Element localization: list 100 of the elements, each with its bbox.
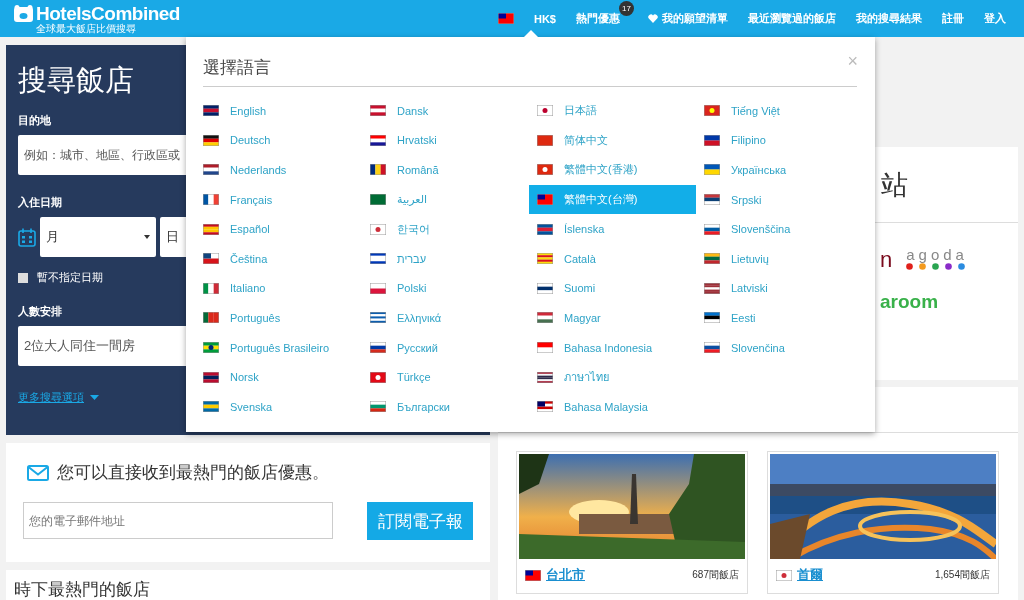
city-link[interactable]: 台北市	[546, 566, 585, 584]
language-option[interactable]: Filipino	[696, 125, 863, 156]
heart-icon	[648, 14, 658, 23]
nav-link[interactable]: 熱門優惠	[576, 11, 620, 26]
language-option[interactable]: Bahasa Malaysia	[529, 391, 696, 422]
caret-icon	[144, 235, 150, 239]
nav-link[interactable]: 最近瀏覽過的飯店	[748, 11, 836, 26]
flag-icon	[537, 342, 553, 354]
language-option[interactable]: Magyar	[529, 303, 696, 333]
flag-icon	[537, 105, 553, 117]
flag-icon	[704, 105, 720, 117]
language-option[interactable]: Slovenčina	[696, 332, 863, 363]
flag-icon	[537, 194, 553, 206]
logo-dots-icon	[906, 263, 967, 270]
language-option[interactable]: Português	[195, 303, 362, 333]
language-option[interactable]: Deutsch	[195, 125, 362, 156]
flag-icon	[776, 569, 792, 581]
language-option[interactable]: Română	[362, 155, 529, 185]
hotel-count: 1,654間飯店	[934, 568, 990, 582]
language-option[interactable]: Català	[529, 243, 696, 274]
language-option[interactable]: Slovenščina	[696, 214, 863, 244]
language-option[interactable]: עברית	[362, 243, 529, 274]
language-option[interactable]: Dansk	[362, 96, 529, 126]
language-option[interactable]: Bahasa Indonesia	[529, 332, 696, 363]
language-option[interactable]: Français	[195, 184, 362, 215]
flag-icon	[203, 401, 219, 413]
language-option[interactable]: Português Brasileiro	[195, 332, 362, 363]
flag-icon	[537, 282, 553, 294]
language-option[interactable]: Hrvatski	[362, 125, 529, 156]
flag-icon	[203, 164, 219, 176]
flag-icon	[370, 223, 386, 235]
email-field[interactable]: 您的電子郵件地址	[23, 502, 333, 539]
field-label: 人數安排	[18, 304, 62, 319]
flag-icon	[203, 342, 219, 354]
language-option[interactable]: Suomi	[529, 273, 696, 304]
brand-logo-text[interactable]: HotelsCombined	[36, 3, 180, 23]
flag-icon	[704, 134, 720, 146]
flag-icon	[370, 134, 386, 146]
language-option[interactable]: Latviski	[696, 273, 863, 304]
flag-icon	[498, 13, 514, 24]
nav-link[interactable]: 我的搜尋結果	[856, 11, 922, 26]
language-option[interactable]: Polski	[362, 273, 529, 304]
language-flag-button[interactable]	[498, 13, 514, 24]
language-option[interactable]: العربية	[362, 184, 529, 215]
language-option[interactable]: Български	[362, 391, 529, 422]
flag-icon	[537, 312, 553, 324]
language-option[interactable]: English	[195, 96, 362, 126]
language-option[interactable]: 繁體中文(香港)	[529, 155, 696, 185]
flag-icon	[370, 401, 386, 413]
flag-icon	[704, 194, 720, 206]
flag-icon	[525, 569, 541, 581]
language-option[interactable]: Svenska	[195, 391, 362, 422]
flag-icon	[370, 164, 386, 176]
flag-icon	[203, 282, 219, 294]
flag-icon	[203, 134, 219, 146]
language-option[interactable]: 简体中文	[529, 125, 696, 156]
nav-link[interactable]: HK$	[534, 12, 556, 25]
flag-icon	[203, 253, 219, 265]
language-option[interactable]: Tiếng Việt	[696, 96, 863, 126]
city-link[interactable]: 首爾	[797, 566, 823, 584]
language-option[interactable]: Italiano	[195, 273, 362, 304]
city-card[interactable]: 首爾 1,654間飯店	[767, 451, 999, 594]
flag-icon	[203, 105, 219, 117]
flag-icon	[203, 371, 219, 383]
flag-icon	[704, 164, 720, 176]
language-option[interactable]: 日本語	[529, 96, 696, 126]
nav-link[interactable]: 註冊	[942, 11, 964, 26]
flag-icon	[704, 282, 720, 294]
language-option[interactable]: Ελληνικά	[362, 303, 529, 333]
field-label: 入住日期	[18, 195, 62, 210]
flag-icon	[537, 253, 553, 265]
checkbox[interactable]	[18, 272, 28, 283]
subscribe-button[interactable]: 訂閱電子報	[367, 502, 473, 540]
close-button[interactable]: ×	[847, 50, 858, 72]
nav-link[interactable]: 登入	[984, 11, 1006, 26]
language-option[interactable]: ภาษาไทย	[529, 362, 696, 392]
flag-icon	[537, 134, 553, 146]
language-option[interactable]: Türkçe	[362, 362, 529, 392]
count-badge: 17	[619, 1, 634, 16]
flag-icon	[203, 312, 219, 324]
language-option[interactable]: Русский	[362, 332, 529, 363]
city-card[interactable]: 台北市 687間飯店	[516, 451, 748, 594]
language-option[interactable]: Norsk	[195, 362, 362, 392]
month-select[interactable]: 月	[40, 217, 156, 257]
language-option[interactable]: Українська	[696, 155, 863, 185]
flag-icon	[537, 401, 553, 413]
language-option[interactable]: 한국어	[362, 214, 529, 244]
flag-icon	[537, 223, 553, 235]
nav-link[interactable]: 我的願望清單	[648, 11, 728, 26]
mail-icon	[27, 464, 49, 481]
section-title: 時下最熱門的飯店	[14, 580, 151, 600]
language-option[interactable]: Íslenska	[529, 214, 696, 244]
language-option[interactable]: Eesti	[696, 303, 863, 333]
hotel-count: 687間飯店	[692, 568, 739, 582]
field-label: 目的地	[18, 113, 51, 128]
language-option[interactable]: Srpski	[696, 184, 863, 215]
language-option[interactable]: Nederlands	[195, 155, 362, 185]
language-option[interactable]: Lietuvių	[696, 243, 863, 274]
language-option[interactable]: 繁體中文(台灣)	[529, 184, 696, 215]
caret-icon	[90, 395, 99, 400]
